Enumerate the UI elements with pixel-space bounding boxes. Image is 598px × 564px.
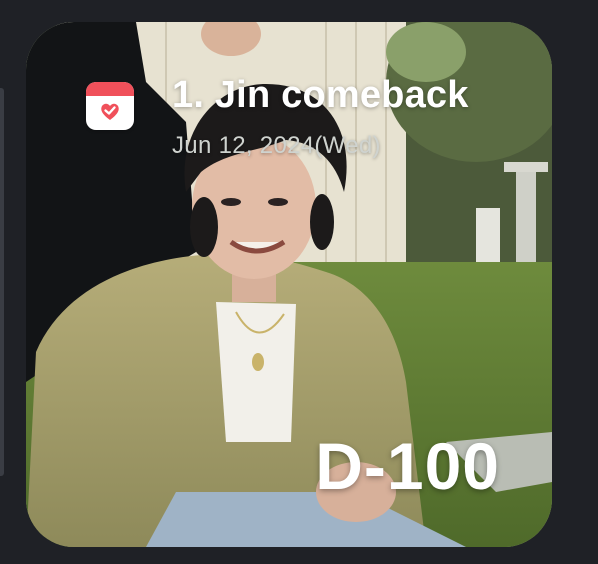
event-title: 1. Jin comeback bbox=[172, 74, 469, 116]
event-date: Jun 12, 2024(Wed) bbox=[172, 132, 381, 159]
dday-countdown: D-100 bbox=[315, 429, 500, 503]
home-screen: 1. Jin comeback Jun 12, 2024(Wed) D-100 bbox=[0, 0, 598, 564]
calendar-header-band bbox=[86, 82, 134, 96]
check-heart-icon bbox=[101, 103, 119, 120]
dday-widget[interactable]: 1. Jin comeback Jun 12, 2024(Wed) D-100 bbox=[26, 22, 552, 547]
calendar-check-icon bbox=[86, 82, 134, 130]
adjacent-widget-edge bbox=[0, 88, 4, 476]
